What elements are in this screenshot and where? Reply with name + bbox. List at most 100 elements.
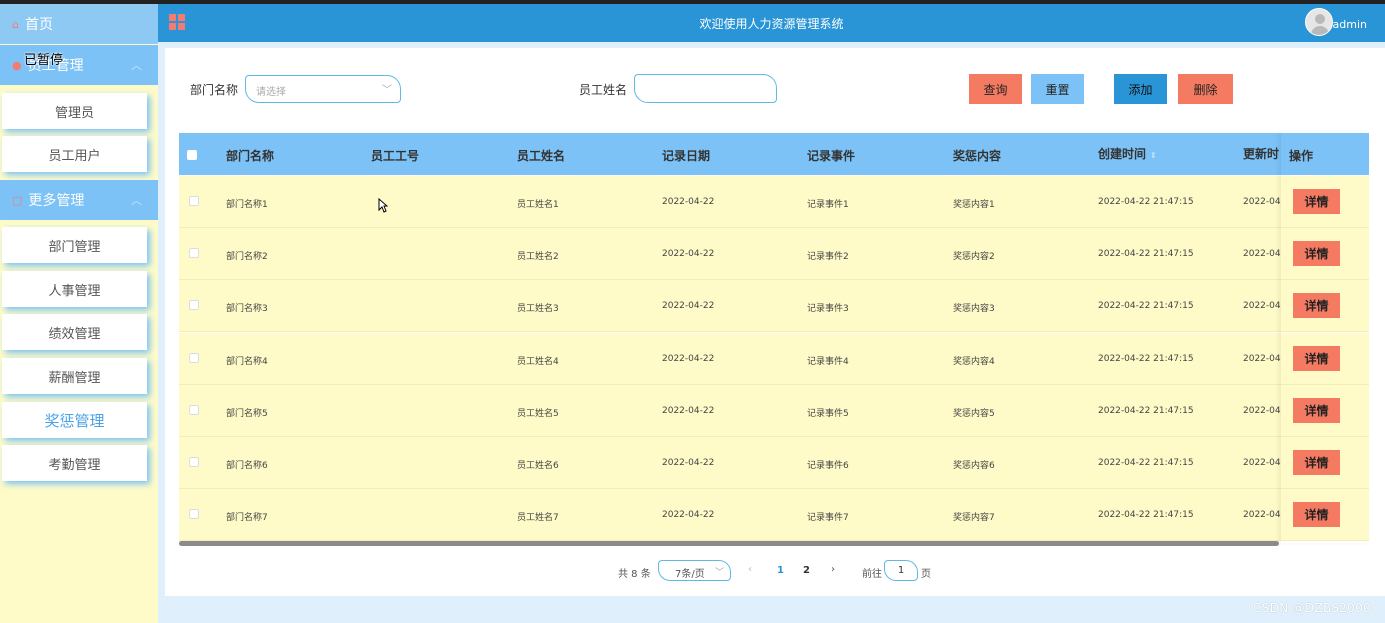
col-updated-time: 更新时 [1243,147,1280,161]
table-cell: 记录事件5 [807,409,849,419]
goto-prefix: 前往 [862,569,882,580]
table-cell: 员工姓名6 [517,461,559,471]
dept-select[interactable]: 请选择 ﹀ [245,75,401,103]
table-cell: 2022-04 [1243,249,1281,259]
sidebar-item-dept[interactable]: 部门管理 [2,227,147,263]
row-checkbox[interactable] [189,509,199,519]
table-cell: 员工姓名5 [517,409,559,419]
reset-button[interactable]: 重置 [1031,74,1084,104]
goto-suffix: 页 [921,569,931,580]
select-all-checkbox[interactable] [187,150,197,160]
row-checkbox[interactable] [189,405,199,415]
sidebar-item-personnel[interactable]: 人事管理 [2,271,147,307]
table-cell: 2022-04-22 21:47:15 [1098,354,1194,364]
page-2-button[interactable]: 2 [803,565,810,576]
delete-button[interactable]: 删除 [1178,74,1233,104]
col-record-date: 记录日期 [662,149,711,163]
next-page-button[interactable]: › [831,564,835,575]
sidebar-item-label: 薪酬管理 [48,370,101,386]
table-cell: 2022-04 [1243,406,1281,416]
table-cell: 部门名称6 [226,461,268,471]
col-created-time-label: 创建时间 [1098,147,1147,161]
table-cell: 2022-04 [1243,354,1281,364]
table-cell: 记录事件1 [807,200,849,210]
table-row: 部门名称6 员工姓名6 2022-04-22 记录事件6 奖惩内容6 2022-04-22… [179,437,1369,489]
sidebar-group-more[interactable]: ▢ 更多管理 ︿ [0,180,158,220]
row-checkbox[interactable] [189,457,199,467]
add-button[interactable]: 添加 [1114,74,1167,104]
table-cell: 2022-04 [1243,301,1281,311]
table-cell: 部门名称3 [226,304,268,314]
table-cell: 2022-04-22 21:47:15 [1098,406,1194,416]
prev-page-button[interactable]: ‹ [748,564,752,575]
table-cell: 记录事件3 [807,304,849,314]
user-icon: ● [12,58,22,72]
table-cell: 奖惩内容2 [953,252,995,262]
table-cell: 记录事件2 [807,252,849,262]
table-cell: 员工姓名7 [517,513,559,523]
sidebar-item-label: 奖惩管理 [44,411,105,430]
header-title: 欢迎使用人力资源管理系统 [699,17,844,31]
sort-icon[interactable]: ⇕ [1150,151,1157,160]
row-checkbox[interactable] [189,196,199,206]
table-cell: 奖惩内容7 [953,513,995,523]
sidebar-item-label: 管理员 [54,105,94,121]
query-button[interactable]: 查询 [969,74,1022,104]
sidebar-item-label: 绩效管理 [48,326,101,342]
watermark: CSDN @DZBS2000 [1253,601,1371,615]
dept-select-placeholder: 请选择 [256,87,286,98]
col-dept: 部门名称 [226,149,275,163]
goto-page-input[interactable]: 1 [884,560,918,581]
top-header: 欢迎使用人力资源管理系统 admin [158,4,1385,42]
table-cell: 记录事件6 [807,461,849,471]
table-cell: 部门名称5 [226,409,268,419]
page-size-select[interactable]: 7条/页 ﹀ [658,560,731,581]
sidebar-item-salary[interactable]: 薪酬管理 [2,358,147,394]
chevron-down-icon: ﹀ [714,568,724,578]
table-row: 部门名称2 员工姓名2 2022-04-22 记录事件2 奖惩内容2 2022-04-22… [179,228,1369,280]
table-cell: 奖惩内容4 [953,357,995,367]
col-created-time[interactable]: 创建时间 ⇕ [1098,145,1157,162]
sidebar-home-label: 首页 [24,17,53,33]
row-checkbox[interactable] [189,353,199,363]
table-cell: 2022-04-22 [662,510,715,520]
sidebar-item-label: 部门管理 [48,239,101,255]
table-cell: 员工姓名2 [517,252,559,262]
col-reward-content: 奖惩内容 [953,149,1002,163]
table-cell: 员工姓名3 [517,304,559,314]
sidebar-item-attendance[interactable]: 考勤管理 [2,445,147,481]
row-checkbox[interactable] [189,300,199,310]
avatar[interactable] [1305,8,1333,36]
table-row: 部门名称3 员工姓名3 2022-04-22 记录事件3 奖惩内容3 2022-04-22… [179,280,1369,332]
table-cell: 部门名称1 [226,200,268,210]
sidebar-group-more-label: 更多管理 [28,193,85,209]
home-icon: ⌂ [12,17,19,31]
table-cell: 奖惩内容6 [953,461,995,471]
table-cell: 部门名称4 [226,357,268,367]
table-cell: 2022-04-22 21:47:15 [1098,249,1194,259]
page-size-value: 7条/页 [675,569,705,580]
mouse-cursor-icon [378,198,388,213]
table-cell: 2022-04-22 21:47:15 [1098,458,1194,468]
sidebar-item-performance[interactable]: 绩效管理 [2,314,147,350]
sidebar-home[interactable]: ⌂ 首页 [0,4,158,44]
table-cell: 2022-04-22 [662,354,715,364]
table-cell: 2022-04 [1243,197,1281,207]
row-checkbox[interactable] [189,248,199,258]
sidebar-item-staff-user[interactable]: 员工用户 [2,136,147,172]
sidebar-item-label: 员工用户 [48,148,101,164]
table-cell: 2022-04-22 21:47:15 [1098,197,1194,207]
table-cell: 员工姓名1 [517,200,559,210]
sidebar-item-label: 考勤管理 [48,457,101,473]
table-cell: 奖惩内容5 [953,409,995,419]
header-username[interactable]: admin [1333,18,1367,31]
table-row: 部门名称1 员工姓名1 2022-04-22 记录事件1 奖惩内容1 2022-04-22… [179,176,1369,228]
col-staff-no: 员工工号 [371,149,420,163]
horizontal-scrollbar[interactable] [179,541,1279,546]
table-cell: 2022-04-22 [662,249,715,259]
sidebar-item-admin[interactable]: 管理员 [2,93,147,129]
page-1-button[interactable]: 1 [777,565,784,576]
sidebar-item-reward[interactable]: 奖惩管理 [2,402,147,438]
name-input[interactable] [634,74,777,103]
table-cell: 2022-04-22 [662,406,715,416]
